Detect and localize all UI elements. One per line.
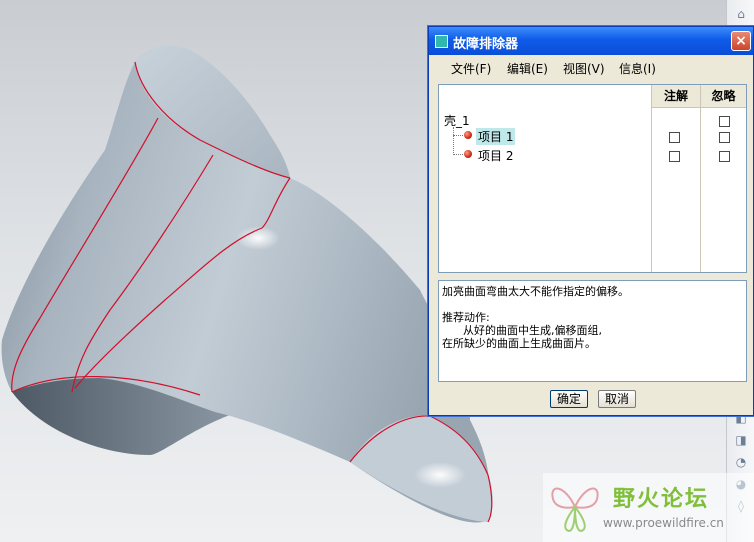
toolbar-icon[interactable]: ⌂ [732, 6, 750, 22]
item-1-note-checkbox[interactable] [669, 132, 680, 143]
watermark-title: 野火论坛 [613, 487, 710, 512]
toolbar-icon[interactable]: ◨ [732, 432, 750, 448]
column-header-ignore[interactable]: 忽略 [701, 85, 746, 108]
tree-root[interactable]: 壳_1 [444, 112, 470, 129]
model-highlight [414, 462, 466, 488]
error-dot-icon [464, 131, 472, 139]
root-ignore-checkbox[interactable] [719, 116, 730, 127]
message-panel: 加亮曲面弯曲太大不能作指定的偏移。 推荐动作: 从好的曲面中生成,偏移面组, 在… [438, 280, 747, 382]
troubleshooter-dialog: 故障排除器 × 文件(F) 编辑(E) 视图(V) 信息(I) 注解 忽略 壳_… [428, 26, 754, 416]
watermark-url: www.proewildfire.cn [603, 516, 724, 530]
close-icon[interactable]: × [731, 31, 751, 51]
tree-connector [453, 127, 454, 155]
menu-bar: 文件(F) 编辑(E) 视图(V) 信息(I) [429, 57, 753, 79]
ok-button[interactable]: 确定 [550, 390, 588, 408]
recommend-action: 在所缺少的曲面上生成曲面片。 [442, 337, 596, 350]
toolbar-icon[interactable]: ◔ [732, 454, 750, 470]
troubleshoot-tree[interactable]: 注解 忽略 壳_1 项目 1 项目 2 [438, 84, 747, 273]
column-header-note[interactable]: 注解 [652, 85, 700, 108]
forum-watermark: 野火论坛 www.proewildfire.cn [543, 473, 754, 542]
error-dot-icon [464, 150, 472, 158]
item-2-note-checkbox[interactable] [669, 151, 680, 162]
column-divider [651, 85, 652, 272]
recommend-heading: 推荐动作: [442, 311, 490, 324]
menu-edit[interactable]: 编辑(E) [507, 60, 548, 77]
menu-file[interactable]: 文件(F) [451, 60, 491, 77]
tree-connector [453, 135, 463, 136]
error-message: 加亮曲面弯曲太大不能作指定的偏移。 [442, 285, 629, 298]
menu-info[interactable]: 信息(I) [619, 60, 656, 77]
dialog-app-icon [435, 35, 448, 48]
dialog-title: 故障排除器 [453, 37, 519, 52]
recommend-action: 从好的曲面中生成,偏移面组, [442, 324, 602, 337]
column-divider [700, 85, 701, 272]
cancel-button[interactable]: 取消 [598, 390, 636, 408]
item-1-ignore-checkbox[interactable] [719, 132, 730, 143]
tree-item-2[interactable]: 项目 2 [478, 147, 513, 164]
tree-item-1[interactable]: 项目 1 [476, 128, 516, 145]
dialog-titlebar[interactable]: 故障排除器 × [429, 27, 753, 55]
menu-view[interactable]: 视图(V) [563, 60, 605, 77]
tree-connector [453, 154, 463, 155]
butterfly-logo-icon [551, 487, 599, 533]
item-2-ignore-checkbox[interactable] [719, 151, 730, 162]
